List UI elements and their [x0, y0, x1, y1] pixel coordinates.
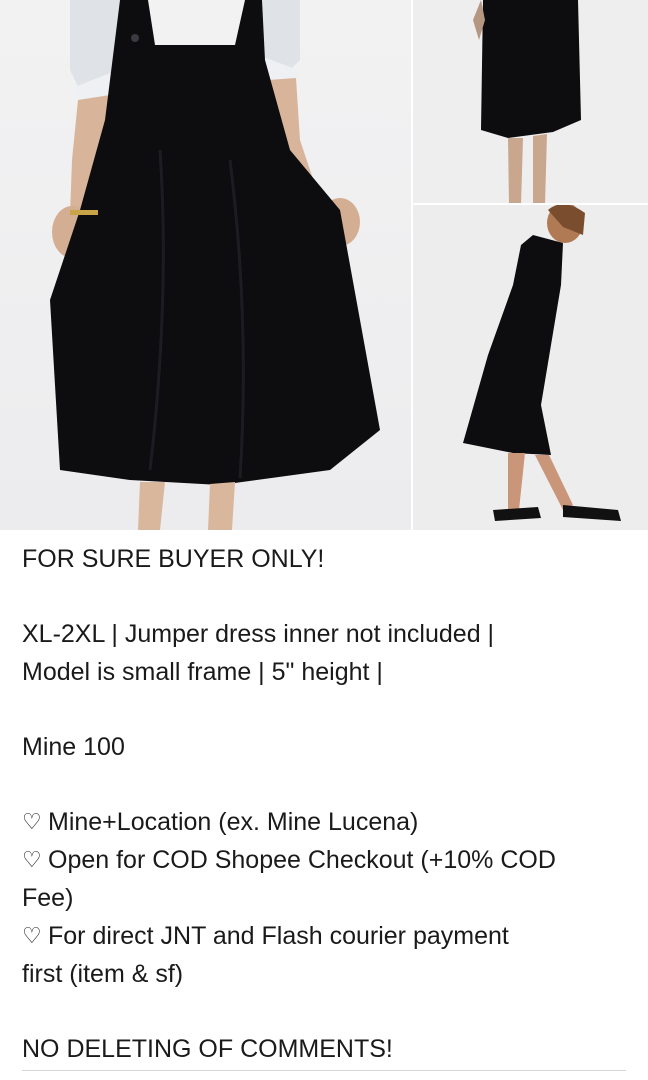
- heart-icon: ♡: [22, 847, 42, 872]
- bullet-continuation: Fee): [22, 884, 74, 912]
- list-item: ♡ For direct JNT and Flash courier payme…: [22, 917, 626, 955]
- dress-hem-illustration: [473, 0, 581, 205]
- bullet-text: For direct JNT and Flash courier payment: [48, 922, 509, 950]
- size-info: XL-2XL | Jumper dress inner not included…: [22, 620, 495, 648]
- dress-front-illustration: [50, 0, 380, 530]
- comment-notice: NO DELETING OF COMMENTS!: [22, 1035, 393, 1063]
- side-photo-bottom[interactable]: [413, 205, 648, 530]
- listing-description: FOR SURE BUYER ONLY! XL-2XL | Jumper dre…: [22, 540, 626, 1068]
- buyer-notice: FOR SURE BUYER ONLY!: [22, 545, 325, 573]
- dress-side-illustration: [463, 205, 621, 521]
- bullet-text: Mine+Location (ex. Mine Lucena): [48, 808, 419, 836]
- heart-icon: ♡: [22, 809, 42, 834]
- side-photo-top[interactable]: [413, 0, 648, 205]
- list-item: ♡ Mine+Location (ex. Mine Lucena): [22, 803, 626, 841]
- model-info: Model is small frame | 5" height |: [22, 658, 383, 686]
- price-info: Mine 100: [22, 733, 125, 761]
- divider: [22, 1070, 626, 1071]
- main-photo[interactable]: [0, 0, 413, 530]
- heart-icon: ♡: [22, 923, 42, 948]
- bullet-continuation: first (item & sf): [22, 960, 184, 988]
- list-item: ♡ Open for COD Shopee Checkout (+10% COD: [22, 841, 626, 879]
- bullet-text: Open for COD Shopee Checkout (+10% COD: [48, 846, 556, 874]
- photo-gallery: [0, 0, 648, 530]
